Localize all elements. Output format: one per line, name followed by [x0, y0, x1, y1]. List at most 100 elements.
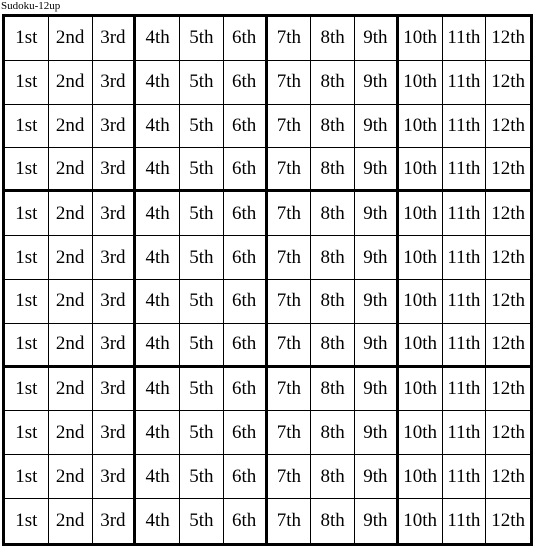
grid-cell[interactable]: 8th [311, 60, 355, 105]
grid-cell[interactable]: 5th [180, 236, 224, 280]
grid-cell[interactable]: 9th [355, 411, 399, 456]
grid-cell[interactable]: 7th [267, 367, 312, 412]
grid-cell[interactable]: 1st [5, 104, 49, 149]
grid-cell[interactable]: 4th [136, 367, 180, 412]
grid-cell[interactable]: 6th [223, 60, 268, 105]
grid-cell[interactable]: 3rd [93, 499, 137, 543]
grid-cell[interactable]: 1st [5, 17, 49, 61]
grid-cell[interactable]: 3rd [92, 367, 137, 412]
grid-cell[interactable]: 6th [223, 323, 268, 368]
grid-cell[interactable]: 4th [136, 104, 180, 149]
grid-cell[interactable]: 1st [5, 60, 49, 105]
grid-cell[interactable]: 1st [5, 279, 49, 324]
grid-cell[interactable]: 12th [486, 192, 530, 237]
grid-cell[interactable]: 4th [136, 192, 180, 237]
grid-cell[interactable]: 11th [442, 279, 487, 324]
grid-cell[interactable]: 10th [398, 455, 443, 500]
grid-cell[interactable]: 12th [486, 280, 530, 324]
grid-cell[interactable]: 9th [355, 455, 399, 500]
grid-cell[interactable]: 5th [180, 279, 224, 324]
grid-cell[interactable]: 11th [442, 148, 487, 193]
grid-cell[interactable]: 1st [5, 236, 49, 280]
grid-cell[interactable]: 3rd [92, 455, 137, 500]
grid-cell[interactable]: 10th [398, 411, 443, 456]
grid-cell[interactable]: 4th [136, 236, 180, 280]
grid-cell[interactable]: 7th [267, 455, 312, 500]
grid-cell[interactable]: 10th [398, 323, 443, 368]
grid-cell[interactable]: 11th [442, 192, 487, 237]
grid-cell[interactable]: 12th [486, 61, 530, 105]
grid-cell[interactable]: 12th [486, 105, 530, 149]
grid-cell[interactable]: 6th [223, 104, 268, 149]
grid-cell[interactable]: 7th [267, 279, 312, 324]
grid-cell[interactable]: 2nd [48, 148, 93, 193]
grid-cell[interactable]: 2nd [48, 323, 93, 368]
grid-cell[interactable]: 12th [486, 499, 530, 543]
grid-cell[interactable]: 11th [442, 367, 487, 412]
grid-cell[interactable]: 4th [136, 60, 180, 105]
grid-cell[interactable]: 10th [398, 17, 443, 61]
grid-cell[interactable]: 11th [442, 236, 487, 280]
grid-cell[interactable]: 9th [355, 236, 399, 280]
grid-cell[interactable]: 7th [268, 499, 312, 543]
grid-cell[interactable]: 7th [267, 236, 312, 280]
grid-cell[interactable]: 8th [311, 411, 355, 456]
grid-cell[interactable]: 5th [180, 60, 224, 105]
grid-cell[interactable]: 8th [311, 104, 355, 149]
grid-cell[interactable]: 12th [486, 324, 530, 368]
grid-cell[interactable]: 6th [223, 192, 268, 237]
grid-cell[interactable]: 10th [398, 192, 443, 237]
grid-cell[interactable]: 3rd [92, 411, 137, 456]
grid-cell[interactable]: 12th [486, 236, 530, 280]
grid-cell[interactable]: 1st [5, 148, 49, 193]
grid-cell[interactable]: 5th [180, 148, 224, 193]
grid-cell[interactable]: 10th [398, 60, 443, 105]
grid-cell[interactable]: 3rd [92, 279, 137, 324]
grid-cell[interactable]: 5th [180, 104, 224, 149]
grid-cell[interactable]: 5th [180, 323, 224, 368]
grid-cell[interactable]: 10th [398, 236, 443, 280]
grid-cell[interactable]: 9th [355, 192, 399, 237]
grid-cell[interactable]: 9th [355, 104, 399, 149]
grid-cell[interactable]: 5th [180, 17, 224, 61]
grid-cell[interactable]: 1st [5, 411, 49, 456]
grid-cell[interactable]: 6th [223, 17, 268, 61]
grid-cell[interactable]: 5th [180, 499, 224, 543]
grid-cell[interactable]: 2nd [48, 60, 93, 105]
grid-cell[interactable]: 2nd [49, 499, 93, 543]
grid-cell[interactable]: 6th [223, 455, 268, 500]
grid-cell[interactable]: 4th [136, 323, 180, 368]
grid-cell[interactable]: 7th [267, 17, 312, 61]
grid-cell[interactable]: 4th [136, 455, 180, 500]
grid-cell[interactable]: 7th [267, 104, 312, 149]
grid-cell[interactable]: 3rd [92, 192, 137, 237]
grid-cell[interactable]: 1st [5, 192, 49, 237]
grid-cell[interactable]: 10th [398, 148, 443, 193]
grid-cell[interactable]: 9th [355, 17, 399, 61]
grid-cell[interactable]: 2nd [48, 236, 93, 280]
grid-cell[interactable]: 3rd [92, 148, 137, 193]
grid-cell[interactable]: 8th [311, 236, 355, 280]
grid-cell[interactable]: 12th [486, 17, 530, 61]
grid-cell[interactable]: 11th [442, 17, 487, 61]
grid-cell[interactable]: 1st [5, 323, 49, 368]
grid-cell[interactable]: 6th [223, 148, 268, 193]
grid-cell[interactable]: 10th [398, 279, 443, 324]
grid-cell[interactable]: 8th [311, 17, 355, 61]
grid-cell[interactable]: 9th [355, 60, 399, 105]
grid-cell[interactable]: 7th [267, 192, 312, 237]
grid-cell[interactable]: 4th [136, 411, 180, 456]
grid-cell[interactable]: 2nd [48, 104, 93, 149]
grid-cell[interactable]: 10th [398, 104, 443, 149]
grid-cell[interactable]: 10th [399, 499, 443, 543]
grid-cell[interactable]: 6th [224, 499, 268, 543]
grid-cell[interactable]: 8th [311, 455, 355, 500]
grid-cell[interactable]: 2nd [48, 411, 93, 456]
grid-cell[interactable]: 1st [5, 455, 49, 500]
grid-cell[interactable]: 12th [486, 148, 530, 193]
grid-cell[interactable]: 5th [180, 367, 224, 412]
grid-cell[interactable]: 3rd [92, 323, 137, 368]
grid-cell[interactable]: 7th [267, 411, 312, 456]
grid-cell[interactable]: 8th [311, 367, 355, 412]
grid-cell[interactable]: 8th [311, 279, 355, 324]
